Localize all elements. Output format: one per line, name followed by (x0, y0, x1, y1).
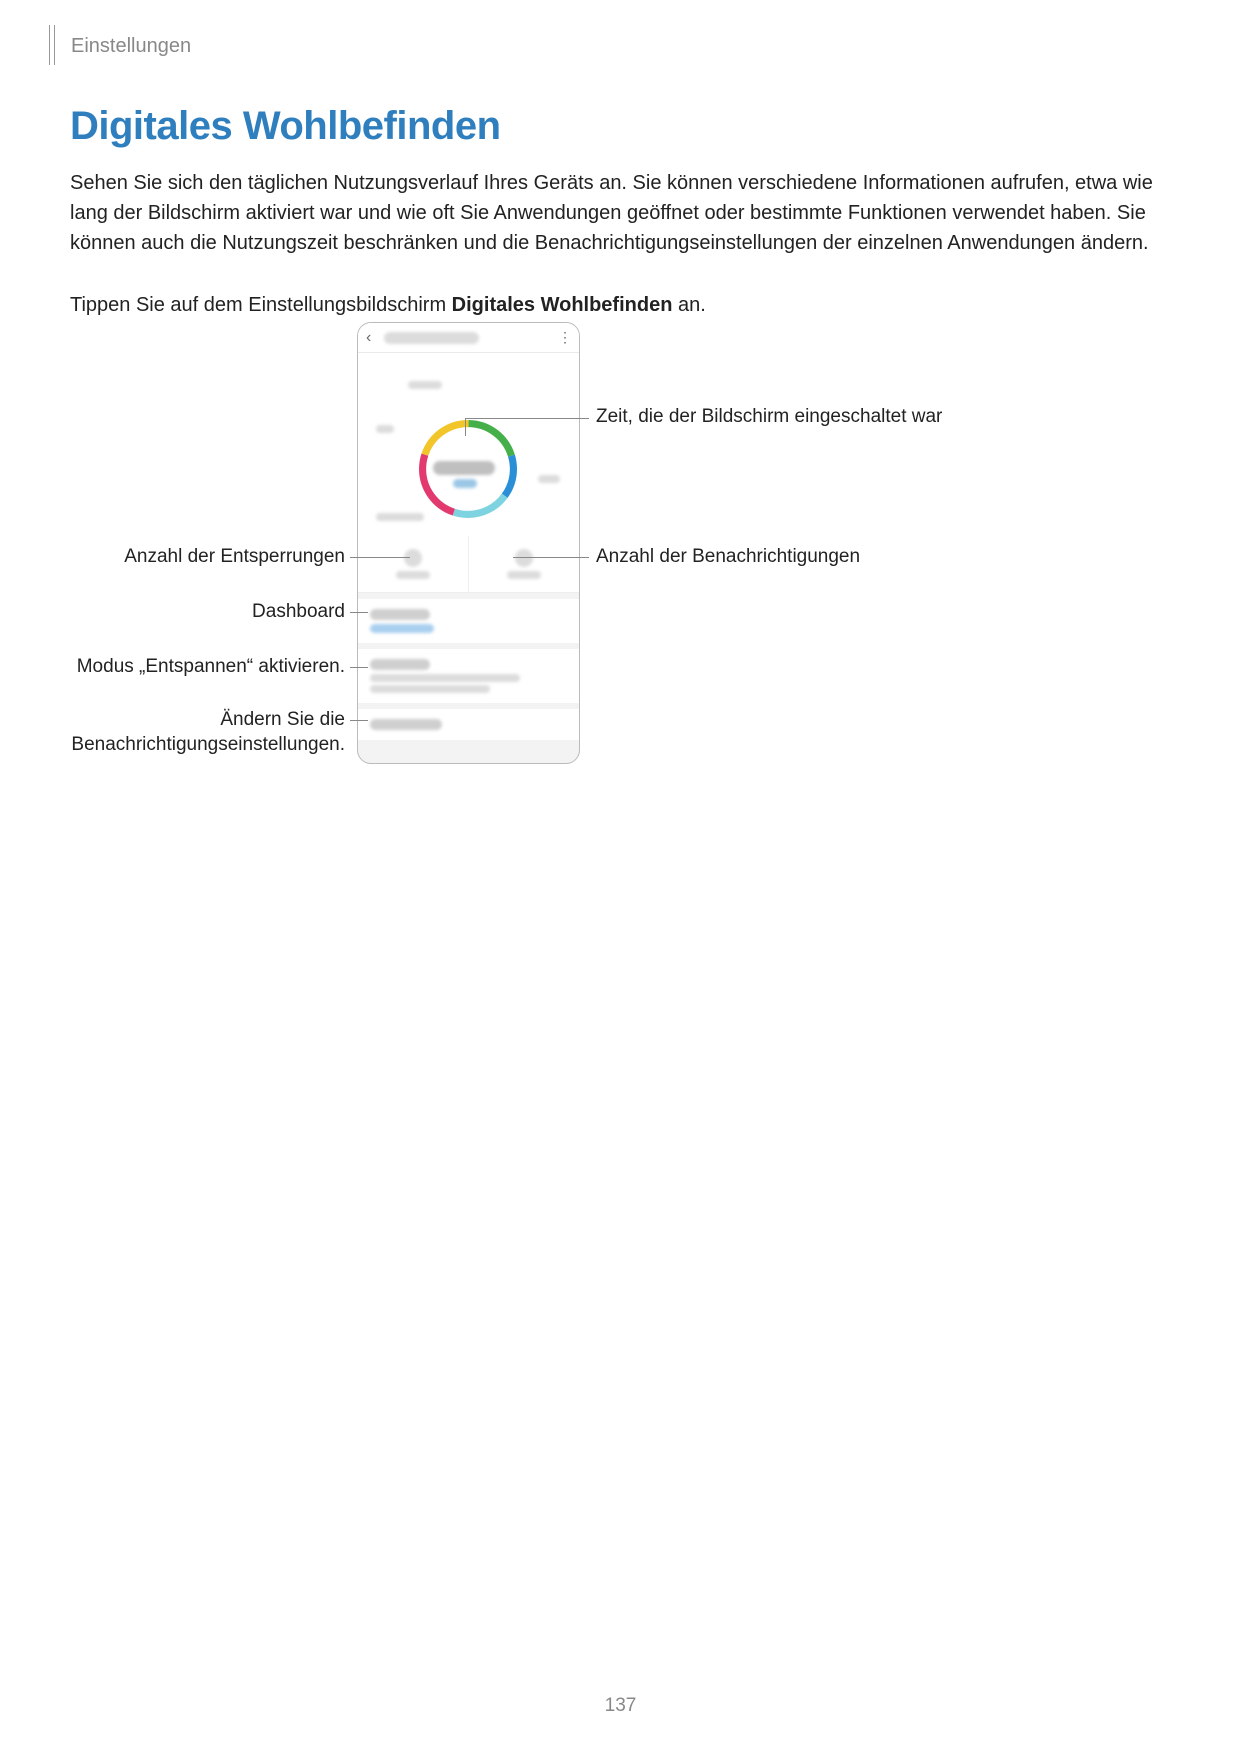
callout-notif-settings-l1: Ändern Sie die (220, 709, 345, 730)
list-item-title-blurred (370, 659, 430, 670)
list-item-title-blurred (370, 609, 430, 620)
chart-center-label-blurred (453, 479, 477, 488)
more-icon[interactable]: ⋮ (558, 329, 571, 346)
list-item-title-blurred (370, 719, 442, 730)
intro-paragraph: Sehen Sie sich den täglichen Nutzungsver… (70, 168, 1170, 258)
list-item-wind-down[interactable] (358, 649, 579, 703)
unlock-icon (404, 549, 422, 567)
stat-unlocks-label-blurred (396, 571, 430, 579)
left-label-blurred (376, 425, 394, 433)
list-item-line3-blurred (370, 685, 490, 693)
callout-notifications: Anzahl der Benachrichtigungen (596, 546, 860, 568)
leader-line (513, 557, 589, 558)
list-item-dashboard[interactable] (358, 599, 579, 643)
stat-notifications-label-blurred (507, 571, 541, 579)
right-label-blurred (538, 475, 560, 483)
stat-notifications[interactable] (468, 536, 579, 592)
callout-unlocks: Anzahl der Entsperrungen (105, 546, 345, 568)
breadcrumb: Einstellungen (71, 35, 191, 58)
callout-notif-settings: Ändern Sie die Benachrichtigungseinstell… (60, 708, 345, 757)
bell-icon (515, 549, 533, 567)
instruction-paragraph: Tippen Sie auf dem Einstellungsbildschir… (70, 290, 1170, 320)
date-label-blurred (408, 381, 442, 389)
callout-dashboard: Dashboard (105, 601, 345, 623)
header-title-blurred (384, 332, 479, 344)
back-icon[interactable]: ‹ (366, 329, 380, 347)
page-margin-mark (49, 25, 55, 65)
callout-wind-down: Modus „Entspannen“ aktivieren. (60, 656, 345, 678)
stats-row (358, 536, 579, 592)
phone-mockup: ‹ ⋮ (357, 322, 580, 764)
page-title: Digitales Wohlbefinden (70, 104, 501, 149)
leader-line (350, 557, 410, 558)
callout-notif-settings-l2: Benachrichtigungseinstellungen. (71, 734, 345, 755)
leader-line (350, 667, 368, 668)
stat-unlocks[interactable] (358, 536, 468, 592)
leader-line (350, 720, 368, 721)
callout-screen-time: Zeit, die der Bildschirm eingeschaltet w… (596, 404, 976, 430)
phone-header: ‹ ⋮ (358, 323, 579, 353)
page-number: 137 (0, 1695, 1241, 1717)
chart-center-value-blurred (433, 461, 495, 475)
leader-line (465, 418, 466, 436)
list-item-line2-blurred (370, 674, 520, 682)
instruction-post: an. (672, 294, 705, 316)
instruction-bold: Digitales Wohlbefinden (452, 294, 673, 316)
leader-line (350, 612, 368, 613)
leader-line (465, 418, 589, 419)
list-item-notifications[interactable] (358, 709, 579, 740)
instruction-pre: Tippen Sie auf dem Einstellungsbildschir… (70, 294, 452, 316)
list-item-subtitle-blurred (370, 624, 434, 633)
